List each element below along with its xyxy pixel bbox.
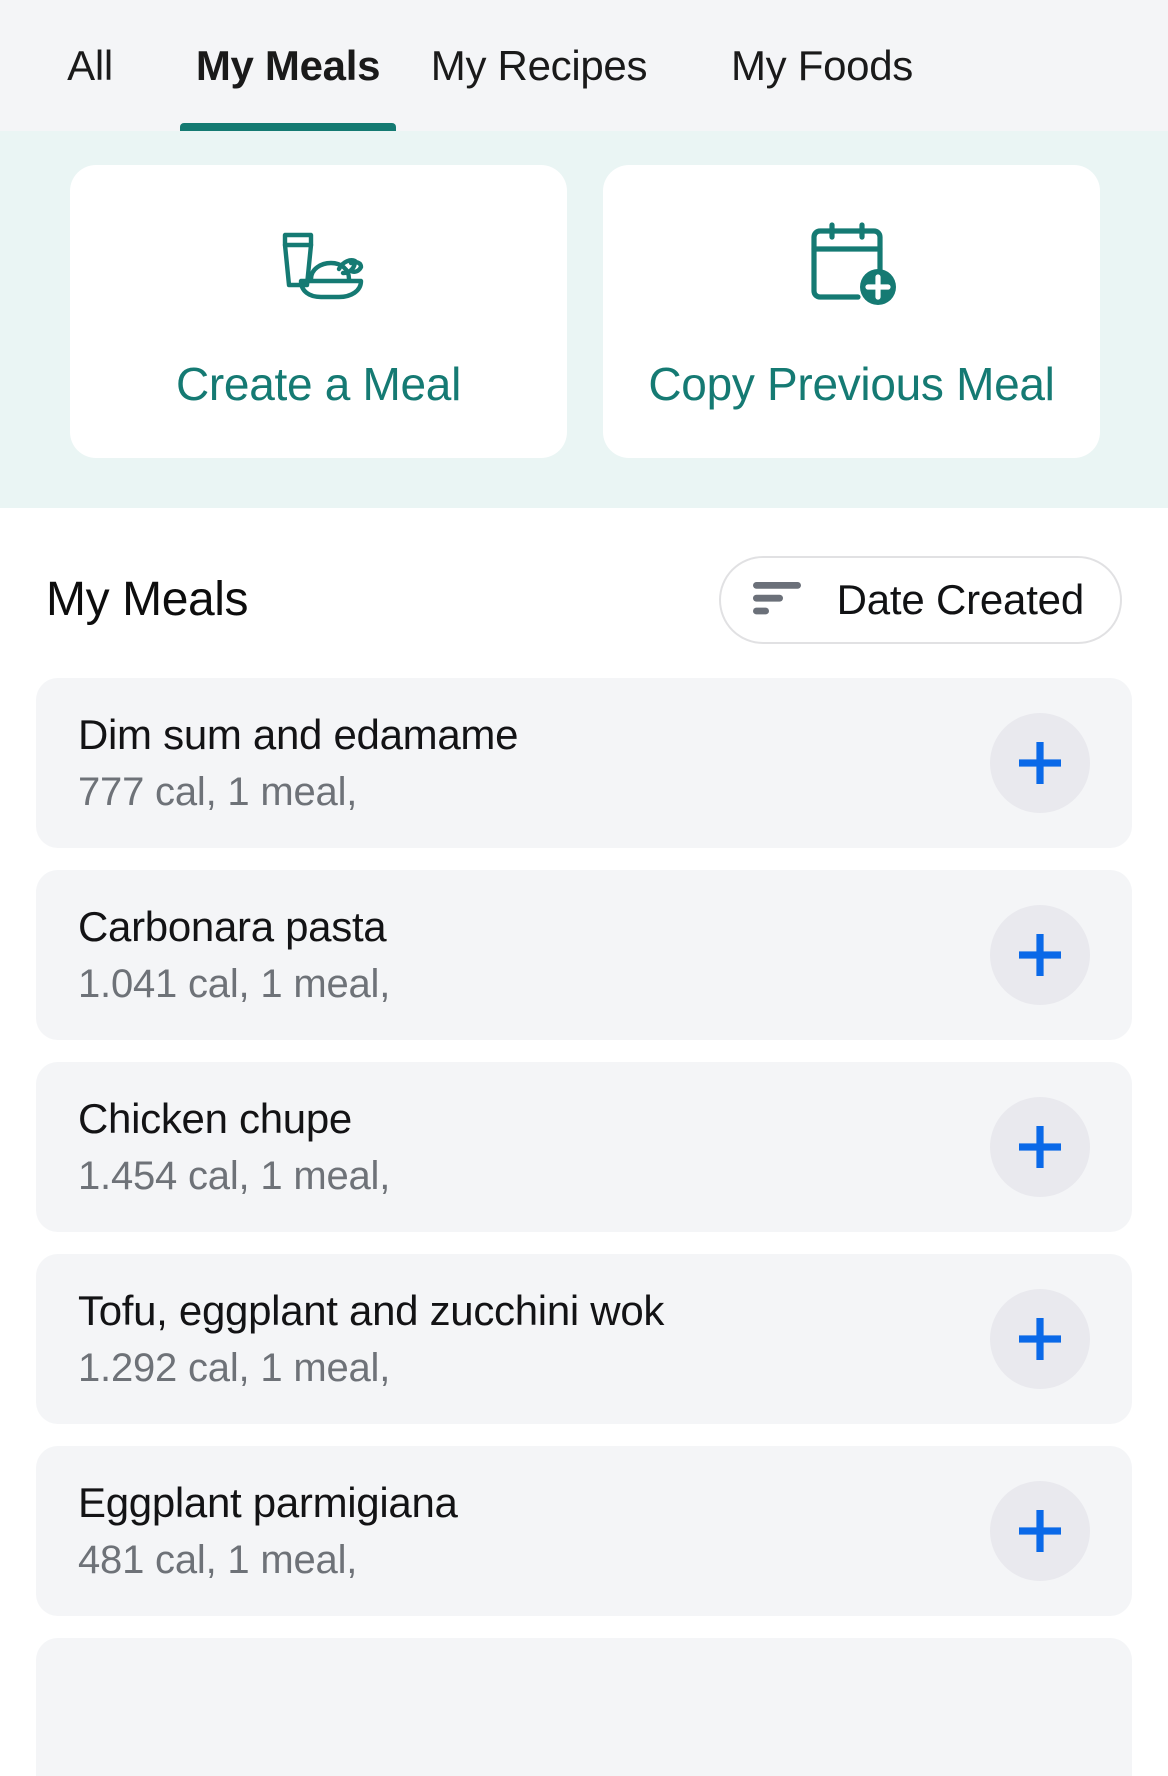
meal-text-group: Chicken chupe 1.454 cal, 1 meal, xyxy=(78,1092,990,1202)
tab-my-recipes[interactable]: My Recipes xyxy=(396,28,682,131)
my-meals-section-header: My Meals Date Created xyxy=(0,508,1168,678)
table-row[interactable]: Tofu, eggplant and zucchini wok 1.292 ca… xyxy=(36,1254,1132,1424)
meal-text-group: Dim sum and edamame 777 cal, 1 meal, xyxy=(78,708,990,818)
meal-name: Dim sum and edamame xyxy=(78,711,519,758)
plus-icon xyxy=(1019,1126,1061,1168)
quick-actions-band: Create a Meal Copy Previous Meal xyxy=(0,131,1168,508)
tab-all-label: All xyxy=(67,42,113,89)
table-row[interactable]: Chicken chupe 1.454 cal, 1 meal, xyxy=(36,1062,1132,1232)
page-title: My Meals xyxy=(46,573,249,626)
meal-meta: 1.454 cal, 1 meal, xyxy=(78,1154,391,1198)
tab-my-meals[interactable]: My Meals xyxy=(180,28,396,131)
add-meal-button[interactable] xyxy=(990,1481,1090,1581)
add-meal-button[interactable] xyxy=(990,1097,1090,1197)
meal-name: Eggplant parmigiana xyxy=(78,1479,458,1526)
meal-text-group: Tofu, eggplant and zucchini wok 1.292 ca… xyxy=(78,1284,990,1394)
plus-icon xyxy=(1019,934,1061,976)
tab-my-meals-underline xyxy=(180,123,396,131)
table-row-partial[interactable] xyxy=(36,1638,1132,1776)
meal-name: Chicken chupe xyxy=(78,1095,352,1142)
meal-plate-drink-icon xyxy=(267,213,371,317)
meal-meta: 1.292 cal, 1 meal, xyxy=(78,1346,391,1390)
add-meal-button[interactable] xyxy=(990,1289,1090,1389)
sort-descending-icon xyxy=(751,578,803,623)
table-row[interactable]: Carbonara pasta 1.041 cal, 1 meal, xyxy=(36,870,1132,1040)
tab-my-recipes-label: My Recipes xyxy=(430,42,648,89)
tab-my-meals-label: My Meals xyxy=(195,42,381,89)
copy-previous-meal-card[interactable]: Copy Previous Meal xyxy=(603,165,1100,458)
plus-icon xyxy=(1019,1318,1061,1360)
meal-text-group: Eggplant parmigiana 481 cal, 1 meal, xyxy=(78,1476,990,1586)
copy-previous-meal-label: Copy Previous Meal xyxy=(648,357,1055,410)
meal-library-tabbar: All My Meals My Recipes My Foods xyxy=(0,0,1168,131)
sort-by-label: Date Created xyxy=(836,576,1085,623)
calendar-plus-icon xyxy=(800,213,904,317)
my-meals-list: Dim sum and edamame 777 cal, 1 meal, Car… xyxy=(0,678,1168,1776)
meal-name: Tofu, eggplant and zucchini wok xyxy=(78,1287,665,1334)
create-a-meal-card[interactable]: Create a Meal xyxy=(70,165,567,458)
meal-meta: 1.041 cal, 1 meal, xyxy=(78,962,391,1006)
meal-meta: 481 cal, 1 meal, xyxy=(78,1538,358,1582)
tab-all[interactable]: All xyxy=(0,28,180,131)
tab-my-foods[interactable]: My Foods xyxy=(682,28,962,131)
meal-name: Carbonara pasta xyxy=(78,903,387,950)
meal-meta: 777 cal, 1 meal, xyxy=(78,770,358,814)
meal-text-group: Carbonara pasta 1.041 cal, 1 meal, xyxy=(78,900,990,1010)
create-a-meal-label: Create a Meal xyxy=(175,357,461,410)
table-row[interactable]: Dim sum and edamame 777 cal, 1 meal, xyxy=(36,678,1132,848)
add-meal-button[interactable] xyxy=(990,905,1090,1005)
table-row[interactable]: Eggplant parmigiana 481 cal, 1 meal, xyxy=(36,1446,1132,1616)
add-meal-button[interactable] xyxy=(990,713,1090,813)
plus-icon xyxy=(1019,742,1061,784)
tab-my-foods-label: My Foods xyxy=(731,42,913,89)
plus-icon xyxy=(1019,1510,1061,1552)
sort-by-button[interactable]: Date Created xyxy=(718,556,1122,644)
